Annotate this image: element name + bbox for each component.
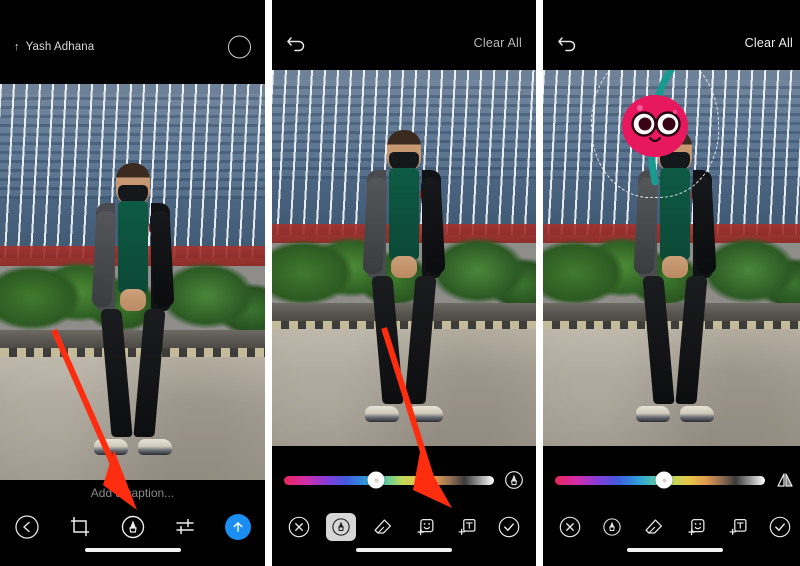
person-legs bbox=[93, 309, 172, 459]
panel1-photo[interactable] bbox=[0, 84, 265, 480]
sticker-tool[interactable] bbox=[410, 513, 440, 541]
clasped-hands bbox=[662, 256, 688, 279]
undo-button[interactable] bbox=[286, 33, 308, 53]
confirm-button[interactable] bbox=[765, 513, 795, 541]
person-legs bbox=[636, 276, 714, 426]
send-button[interactable] bbox=[225, 514, 251, 540]
left-leg bbox=[99, 309, 133, 438]
right-leg bbox=[404, 276, 437, 405]
close-x-icon bbox=[559, 516, 581, 538]
capture-circle-button[interactable] bbox=[228, 35, 251, 59]
color-slider-handle[interactable] bbox=[655, 471, 673, 489]
close-x-icon bbox=[288, 516, 310, 538]
chevron-left-icon bbox=[15, 515, 39, 539]
person-subject bbox=[354, 130, 454, 446]
text-add-icon bbox=[729, 518, 747, 536]
cherry-sticker-graphic bbox=[622, 70, 688, 186]
pen-tool-icon bbox=[332, 518, 350, 536]
check-circle-icon bbox=[769, 516, 791, 538]
pen-tool-icon bbox=[603, 518, 621, 536]
sticker-add-icon bbox=[688, 518, 705, 536]
phone-panel-1: ↑ Yash Adhana Add a caption... bbox=[0, 0, 265, 566]
text-tool[interactable] bbox=[452, 513, 482, 541]
left-leg bbox=[642, 276, 675, 405]
jacket-logo-patch bbox=[420, 190, 431, 200]
person-subject bbox=[85, 163, 181, 480]
right-sneaker bbox=[409, 406, 443, 423]
confirm-button[interactable] bbox=[494, 513, 524, 541]
left-leg bbox=[371, 276, 404, 405]
color-slider-track[interactable] bbox=[555, 471, 765, 489]
crop-tool[interactable] bbox=[67, 514, 93, 540]
undo-button[interactable] bbox=[557, 33, 579, 53]
panel3-top-bar: Clear All bbox=[543, 24, 800, 62]
left-sneaker bbox=[93, 439, 128, 456]
clear-all-button[interactable]: Clear All bbox=[474, 36, 522, 50]
share-arrow-icon: ↑ bbox=[14, 40, 20, 53]
panel1-bottom-toolbar bbox=[0, 510, 265, 544]
home-indicator bbox=[356, 548, 452, 552]
three-panel-tutorial-sheet: ↑ Yash Adhana Add a caption... Clear All… bbox=[0, 0, 800, 566]
panel3-color-slider-row bbox=[543, 466, 800, 494]
home-indicator bbox=[84, 548, 181, 552]
close-button[interactable] bbox=[555, 513, 585, 541]
left-sneaker bbox=[636, 406, 670, 423]
arrow-up-icon bbox=[233, 522, 243, 532]
close-button[interactable] bbox=[284, 513, 314, 541]
undo-arrow-icon bbox=[287, 37, 305, 52]
mirror-flip-triangles-icon bbox=[777, 473, 793, 487]
clear-all-button[interactable]: Clear All bbox=[745, 36, 793, 50]
color-slider-track[interactable] bbox=[284, 471, 494, 489]
sticker-add-icon bbox=[417, 518, 434, 536]
pen-tool[interactable] bbox=[597, 513, 627, 541]
right-leg bbox=[132, 309, 166, 438]
panel2-markup-toolbar bbox=[272, 510, 536, 544]
panel2-photo[interactable] bbox=[272, 70, 536, 446]
back-button[interactable] bbox=[14, 514, 40, 540]
adjust-tool[interactable] bbox=[172, 514, 198, 540]
person-legs bbox=[365, 276, 443, 426]
right-leg bbox=[675, 276, 708, 405]
pen-markup-icon bbox=[121, 515, 144, 539]
phone-panel-2: Clear All bbox=[272, 0, 536, 566]
jacket-logo-patch bbox=[148, 223, 160, 233]
panel1-top-bar: ↑ Yash Adhana bbox=[0, 28, 265, 66]
panel3-markup-toolbar bbox=[543, 510, 800, 544]
left-sneaker bbox=[365, 406, 399, 423]
right-sneaker bbox=[680, 406, 714, 423]
panel2-top-bar: Clear All bbox=[272, 24, 536, 62]
text-tool[interactable] bbox=[723, 513, 753, 541]
caption-placeholder[interactable]: Add a caption... bbox=[0, 486, 265, 500]
color-slider-handle[interactable] bbox=[367, 471, 385, 489]
text-add-icon bbox=[458, 518, 476, 536]
crop-icon bbox=[70, 516, 89, 537]
clasped-hands bbox=[119, 289, 146, 312]
cherry-sticker[interactable] bbox=[588, 70, 722, 201]
sender-name: Yash Adhana bbox=[25, 41, 95, 53]
clasped-hands bbox=[391, 256, 417, 279]
panel3-photo[interactable] bbox=[543, 70, 800, 446]
eraser-tool[interactable] bbox=[639, 513, 669, 541]
sliders-icon bbox=[176, 518, 194, 535]
eraser-icon bbox=[645, 519, 663, 534]
eraser-icon bbox=[374, 519, 392, 534]
markup-tool[interactable] bbox=[120, 514, 146, 540]
undo-arrow-icon bbox=[558, 37, 576, 52]
check-circle-icon bbox=[498, 516, 520, 538]
handle-center-dot bbox=[374, 478, 379, 482]
eraser-tool[interactable] bbox=[368, 513, 398, 541]
mirror-flip-icon[interactable] bbox=[775, 470, 795, 490]
phone-panel-3: Clear All bbox=[543, 0, 800, 566]
handle-center-dot bbox=[662, 478, 667, 482]
sender-row: ↑ Yash Adhana bbox=[14, 41, 94, 53]
sticker-tool[interactable] bbox=[681, 513, 711, 541]
panel2-color-slider-row bbox=[272, 466, 536, 494]
right-sneaker bbox=[137, 439, 172, 456]
pen-icon[interactable] bbox=[504, 470, 524, 490]
pen-tool[interactable] bbox=[326, 513, 356, 541]
home-indicator bbox=[627, 548, 723, 552]
pen-circle-icon bbox=[505, 471, 523, 489]
